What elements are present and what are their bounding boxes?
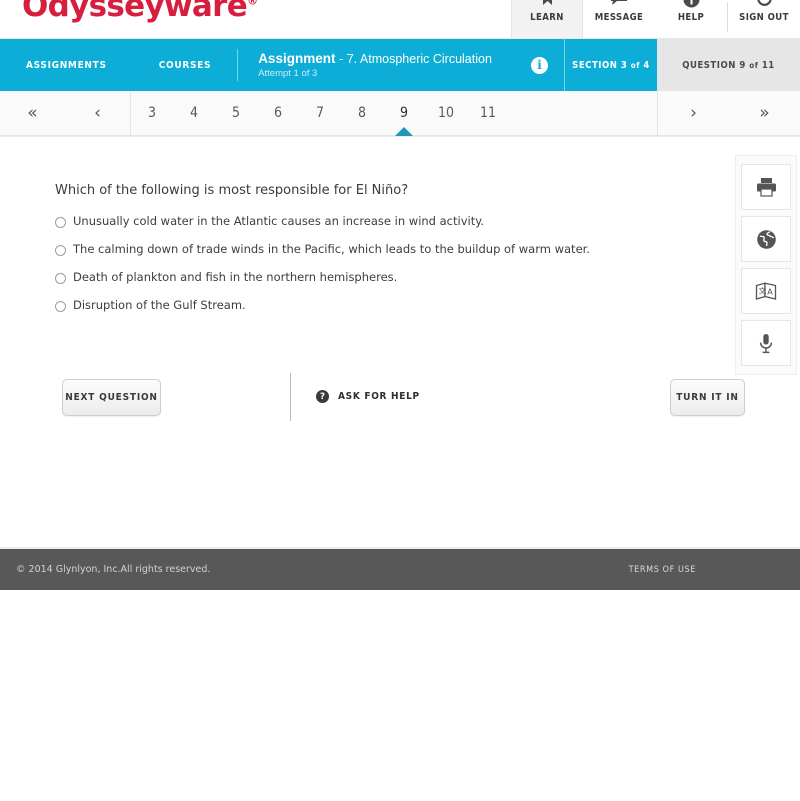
question-total: 11 [761, 59, 775, 71]
question-current: 9 [739, 59, 746, 71]
info-circle-icon [683, 0, 700, 9]
answer-choice-1[interactable]: Unusually cold water in the Atlantic cau… [55, 214, 640, 229]
question-of: of [749, 60, 759, 70]
nav-item-sign-out[interactable]: SIGN OUT [728, 0, 800, 38]
pagination-right-arrows: › » [657, 91, 800, 135]
terms-of-use-link[interactable]: TERMS OF USE [629, 565, 696, 575]
global-navigation: LEARN MESSAGE HELP SIGN OUT [511, 0, 800, 38]
assignment-info-button[interactable]: i [515, 39, 564, 91]
assignment-title-line: Assignment - 7. Atmospheric Circulation [258, 51, 515, 67]
answer-choice-4-label: Disruption of the Gulf Stream. [73, 297, 246, 312]
nav-item-learn[interactable]: LEARN [511, 0, 583, 38]
pagination-prev-button[interactable]: ‹ [65, 104, 130, 122]
ask-for-help-group: ? ASK FOR HELP [290, 372, 420, 421]
page-10[interactable]: 10 [425, 91, 467, 135]
nav-label-message: MESSAGE [594, 12, 644, 23]
next-question-button[interactable]: NEXT QUESTION [62, 378, 161, 416]
answer-choice-3[interactable]: Death of plankton and fish in the northe… [55, 270, 640, 285]
nav-label-sign-out: SIGN OUT [739, 12, 789, 23]
radio-button-3[interactable] [55, 272, 66, 284]
page-9-active[interactable]: 9 [383, 91, 425, 135]
registered-mark: ® [247, 0, 258, 8]
print-tool-button[interactable] [741, 164, 791, 210]
print-icon [756, 177, 777, 197]
globe-tool-button[interactable] [741, 216, 791, 262]
radio-button-1[interactable] [55, 217, 66, 228]
attempt-status: Attempt 1 of 3 [258, 68, 318, 80]
power-icon [756, 0, 773, 9]
answer-choice-2[interactable]: The calming down of trade winds in the P… [55, 242, 640, 257]
translate-icon: 文A [755, 281, 777, 301]
answer-choice-2-label: The calming down of trade winds in the P… [73, 241, 590, 256]
answer-choice-3-label: Death of plankton and fish in the northe… [73, 269, 398, 284]
section-total: 4 [643, 59, 650, 71]
turn-it-in-button[interactable]: TURN IT IN [670, 378, 745, 416]
translate-tool-button[interactable]: 文A [741, 268, 791, 314]
ask-for-help-link[interactable]: ASK FOR HELP [338, 391, 420, 402]
section-prefix: SECTION [572, 59, 618, 71]
assignment-name: - 7. Atmospheric Circulation [339, 51, 492, 66]
action-divider [290, 372, 291, 421]
page-7[interactable]: 7 [299, 91, 341, 135]
info-icon: i [531, 56, 548, 74]
answer-choice-4[interactable]: Disruption of the Gulf Stream. [55, 298, 640, 313]
page-3[interactable]: 3 [131, 91, 173, 135]
svg-text:文: 文 [759, 286, 767, 296]
globe-icon [756, 229, 777, 250]
microphone-tool-button[interactable] [741, 320, 791, 366]
page-8[interactable]: 8 [341, 91, 383, 135]
question-prompt: Which of the following is most responsib… [55, 183, 409, 198]
svg-text:A: A [767, 287, 773, 296]
nav-label-help: HELP [677, 12, 705, 23]
page-5[interactable]: 5 [215, 91, 257, 135]
question-indicator: QUESTION 9 of 11 [657, 39, 800, 91]
question-pagination: « ‹ 3 4 5 6 7 8 9 10 11 › » [0, 91, 800, 136]
page-footer: © 2014 Glynlyon, Inc.All rights reserved… [0, 547, 800, 590]
nav-item-message[interactable]: MESSAGE [583, 0, 655, 38]
pagination-next-button[interactable]: › [658, 104, 729, 122]
pagination-left-arrows: « ‹ [0, 91, 131, 135]
page-6[interactable]: 6 [257, 91, 299, 135]
courses-link[interactable]: COURSES [133, 39, 238, 91]
question-mark-icon: ? [316, 390, 329, 404]
section-indicator: SECTION 3 of 4 [564, 39, 657, 91]
copyright-text: © 2014 Glynlyon, Inc.All rights reserved… [16, 564, 211, 575]
action-row: NEXT QUESTION ? ASK FOR HELP TURN IT IN [0, 372, 800, 463]
content-area: 文A Which of the following is most respon… [0, 136, 800, 547]
microphone-icon [759, 333, 773, 354]
speech-bubble-icon [610, 0, 628, 9]
radio-button-4[interactable] [55, 300, 66, 312]
bookmark-icon [541, 0, 554, 9]
nav-item-help[interactable]: HELP [655, 0, 727, 38]
question-block: Which of the following is most responsib… [0, 137, 640, 313]
answer-choice-1-label: Unusually cold water in the Atlantic cau… [73, 214, 485, 228]
page-4[interactable]: 4 [173, 91, 215, 135]
assignment-label: Assignment [258, 50, 336, 66]
section-of: of [630, 60, 640, 70]
assignment-bar: ASSIGNMENTS COURSES Assignment - 7. Atmo… [0, 39, 800, 91]
assignments-link[interactable]: ASSIGNMENTS [0, 39, 133, 91]
pagination-last-button[interactable]: » [729, 104, 800, 122]
tool-palette: 文A [735, 155, 797, 375]
brand-logo-text: Odysseyware [22, 0, 248, 24]
assignment-title-group: Assignment - 7. Atmospheric Circulation … [238, 39, 515, 91]
pagination-numbers: 3 4 5 6 7 8 9 10 11 [131, 91, 657, 135]
radio-button-2[interactable] [55, 244, 66, 256]
application-root: Odysseyware® LEARN MESSAGE HELP SIGN OUT… [0, 0, 800, 790]
page-11[interactable]: 11 [467, 91, 509, 135]
nav-label-learn: LEARN [530, 12, 564, 23]
question-prefix: QUESTION [682, 59, 736, 71]
brand-logo[interactable]: Odysseyware® [0, 0, 258, 24]
pagination-first-button[interactable]: « [0, 104, 65, 122]
below-fold-blank-area [0, 590, 800, 790]
section-current: 3 [620, 59, 628, 71]
top-bar: Odysseyware® LEARN MESSAGE HELP SIGN OUT [0, 0, 800, 39]
